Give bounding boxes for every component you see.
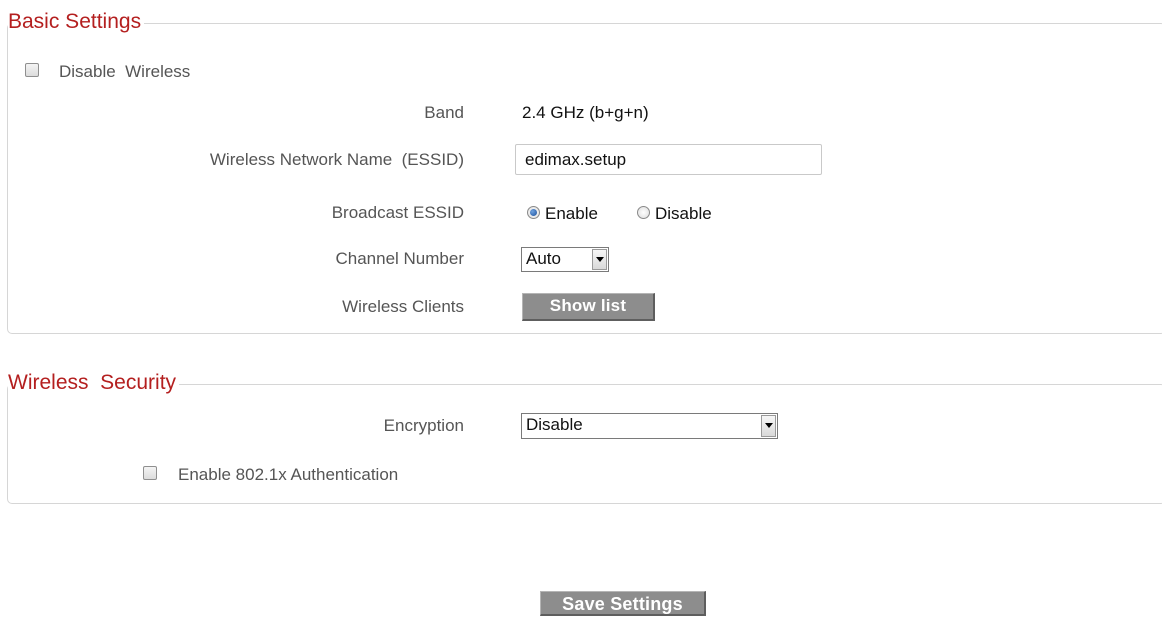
wireless-clients-label: Wireless Clients <box>342 297 464 316</box>
encryption-value: Disable <box>526 415 583 434</box>
essid-label: Wireless Network Name (ESSID) <box>209 150 464 169</box>
broadcast-essid-label: Broadcast ESSID <box>331 203 464 222</box>
wireless-security-section: Wireless Security <box>7 370 1162 504</box>
enable-8021x-checkbox[interactable] <box>143 466 157 480</box>
channel-number-value: Auto <box>526 249 561 268</box>
encryption-select[interactable]: Disable <box>521 413 778 439</box>
wireless-security-title: Wireless Security <box>8 370 180 396</box>
band-value: 2.4 GHz (b+g+n) <box>522 103 649 122</box>
channel-number-label: Channel Number <box>335 249 464 268</box>
enable-8021x-label: Enable 802.1x Authentication <box>178 465 399 484</box>
broadcast-enable-radio[interactable] <box>527 206 540 219</box>
show-list-button[interactable]: Show list <box>522 293 655 321</box>
broadcast-disable-radio[interactable] <box>637 206 650 219</box>
broadcast-disable-label: Disable <box>655 204 712 223</box>
band-label: Band <box>424 103 464 122</box>
disable-wireless-checkbox[interactable] <box>25 63 39 77</box>
save-settings-button[interactable]: Save Settings <box>540 591 706 616</box>
chevron-down-icon <box>761 415 776 437</box>
disable-wireless-label: Disable Wireless <box>59 62 191 81</box>
essid-input[interactable]: edimax.setup <box>515 144 822 175</box>
encryption-label: Encryption <box>383 416 464 435</box>
basic-settings-title: Basic Settings <box>8 9 145 35</box>
chevron-down-icon <box>592 249 607 270</box>
broadcast-enable-label: Enable <box>545 204 598 223</box>
channel-number-select[interactable]: Auto <box>521 247 609 272</box>
